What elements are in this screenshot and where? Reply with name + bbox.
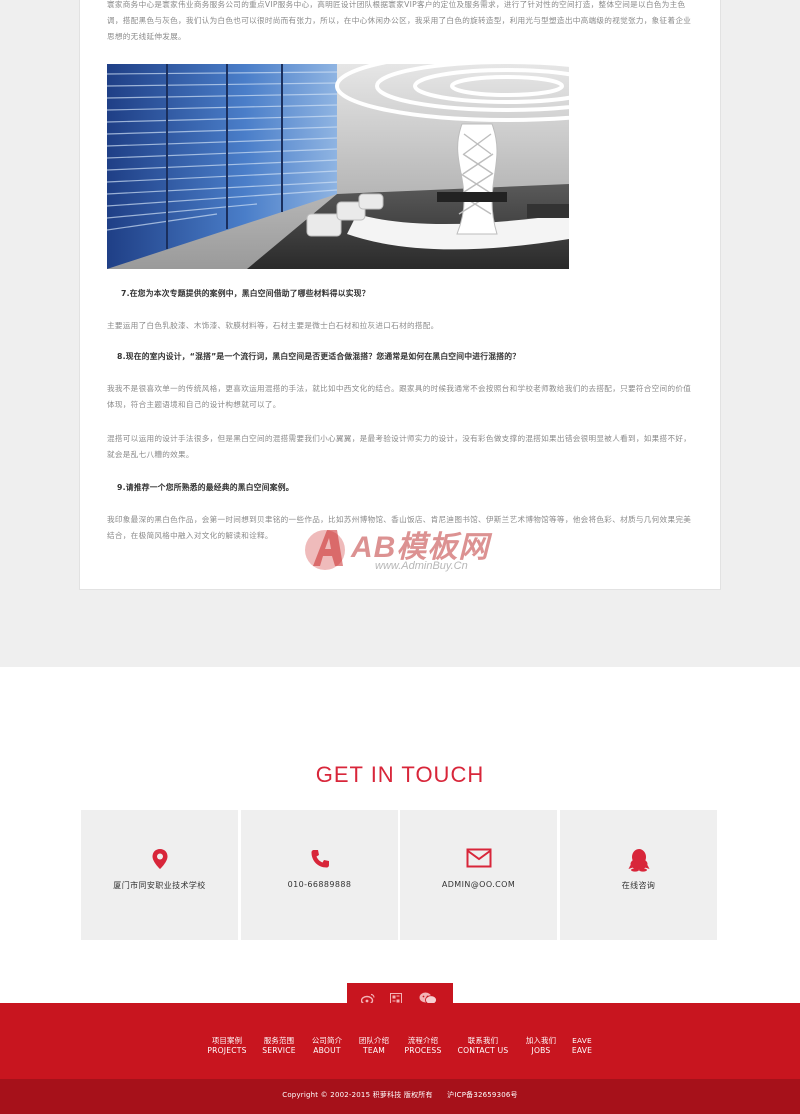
section-title: GET IN TOUCH	[315, 762, 485, 787]
location-pin-icon	[81, 848, 238, 872]
office-photo-illustration	[107, 64, 569, 269]
answer-8-paragraph-2: 混搭可以运用的设计手法很多，但是黑白空间的混搭需要我们小心翼翼，是最考验设计师实…	[107, 434, 692, 459]
watermark-url: www.AdminBuy.Cn	[375, 560, 468, 572]
footer-nav-label-en: SERVICE	[262, 1046, 296, 1055]
watermark-logo: AB模板网 www.AdminBuy.Cn	[303, 516, 503, 596]
contact-address-card[interactable]: 厦门市同安职业技术学校	[81, 810, 238, 940]
contact-row: 厦门市同安职业技术学校 010-66889888 ADMIN@OO.COM 在线…	[81, 810, 717, 940]
footer-nav-label-en: EAVE	[571, 1046, 593, 1055]
footer-nav-eave[interactable]: EAVE EAVE	[566, 1036, 598, 1056]
footer-nav-label-zh: 加入我们	[525, 1036, 557, 1045]
article-card: 寰家商务中心是寰家伟业商务服务公司的重点VIP服务中心，高明匠设计团队根据寰家V…	[79, 0, 721, 590]
footer-nav-label-zh: 联系我们	[467, 1036, 499, 1045]
question-9: 9.请推荐一个您所熟悉的最经典的黑白空间案例。	[117, 483, 294, 492]
footer-nav-label-en: TEAM	[363, 1046, 385, 1055]
answer-8-paragraph-1: 我我不是很喜欢单一的传统风格，更喜欢运用混搭的手法，就比如中西文化的结合。跟家具…	[107, 384, 692, 409]
footer-nav-label-en: CONTACT US	[457, 1046, 509, 1055]
qq-icon	[560, 848, 717, 872]
footer-nav-label-en: ABOUT	[313, 1046, 341, 1055]
mail-icon	[400, 848, 557, 872]
icp-number[interactable]: 沪ICP备32659306号	[447, 1091, 518, 1099]
footer-nav-label-zh: 公司简介	[311, 1036, 343, 1045]
footer-nav-team[interactable]: 团队介绍 TEAM	[353, 1036, 395, 1056]
contact-address-label: 厦门市同安职业技术学校	[113, 881, 206, 890]
wechat-icon[interactable]	[419, 990, 437, 1005]
contact-email-label: ADMIN@OO.COM	[441, 880, 516, 889]
footer-nav-label-zh: 服务范围	[263, 1036, 295, 1045]
footer-nav: 项目案例 PROJECTS 服务范围 SERVICE 公司简介 ABOUT 团队…	[0, 1036, 800, 1066]
footer-nav-label-zh: 团队介绍	[358, 1036, 390, 1045]
watermark-a-icon	[305, 530, 345, 570]
copyright-label: Copyright © 2002-2015 积萝科技 版权所有	[282, 1091, 433, 1099]
question-8: 8.现在的室内设计，“混搭”是一个流行词，黑白空间是否更适合做混搭？您通常是如何…	[117, 352, 521, 361]
footer: 项目案例 PROJECTS 服务范围 SERVICE 公司简介 ABOUT 团队…	[0, 1003, 800, 1079]
answer-7: 主要运用了白色乳胶漆、木饰漆、软膜材料等，石材主要是微士白石材和拉灰进口石材的搭…	[107, 321, 439, 330]
footer-nav-label-en: JOBS	[531, 1046, 551, 1055]
footer-nav-jobs[interactable]: 加入我们 JOBS	[520, 1036, 562, 1056]
article-paragraph: 寰家商务中心是寰家伟业商务服务公司的重点VIP服务中心，高明匠设计团队根据寰家V…	[107, 0, 692, 41]
footer-nav-label-en: PROJECTS	[207, 1046, 247, 1055]
footer-nav-label-zh: 项目案例	[211, 1036, 243, 1045]
footer-nav-label-zh: EAVE	[572, 1036, 592, 1045]
footer-nav-service[interactable]: 服务范围 SERVICE	[257, 1036, 301, 1056]
contact-phone-card[interactable]: 010-66889888	[241, 810, 398, 940]
copyright-text: Copyright © 2002-2015 积萝科技 版权所有 沪ICP备326…	[0, 1090, 800, 1100]
footer-nav-process[interactable]: 流程介绍 PROCESS	[400, 1036, 446, 1056]
copyright-bar: Copyright © 2002-2015 积萝科技 版权所有 沪ICP备326…	[0, 1079, 800, 1114]
footer-nav-contact[interactable]: 联系我们 CONTACT US	[452, 1036, 514, 1056]
contact-phone-label: 010-66889888	[287, 880, 352, 889]
weibo-icon[interactable]	[360, 990, 375, 1006]
office-photo	[107, 64, 569, 269]
footer-nav-label-zh: 流程介绍	[407, 1036, 439, 1045]
phone-icon	[241, 848, 398, 872]
qrcode-icon[interactable]	[390, 990, 404, 1005]
footer-nav-label-en: PROCESS	[404, 1046, 442, 1055]
contact-qq-label: 在线咨询	[621, 881, 656, 890]
footer-nav-about[interactable]: 公司简介 ABOUT	[306, 1036, 348, 1056]
footer-nav-projects[interactable]: 项目案例 PROJECTS	[203, 1036, 251, 1056]
question-7: 7.在您为本次专题提供的案例中，黑白空间借助了哪些材料得以实现？	[121, 289, 370, 298]
contact-email-card[interactable]: ADMIN@OO.COM	[400, 810, 557, 940]
contact-qq-card[interactable]: 在线咨询	[560, 810, 717, 940]
